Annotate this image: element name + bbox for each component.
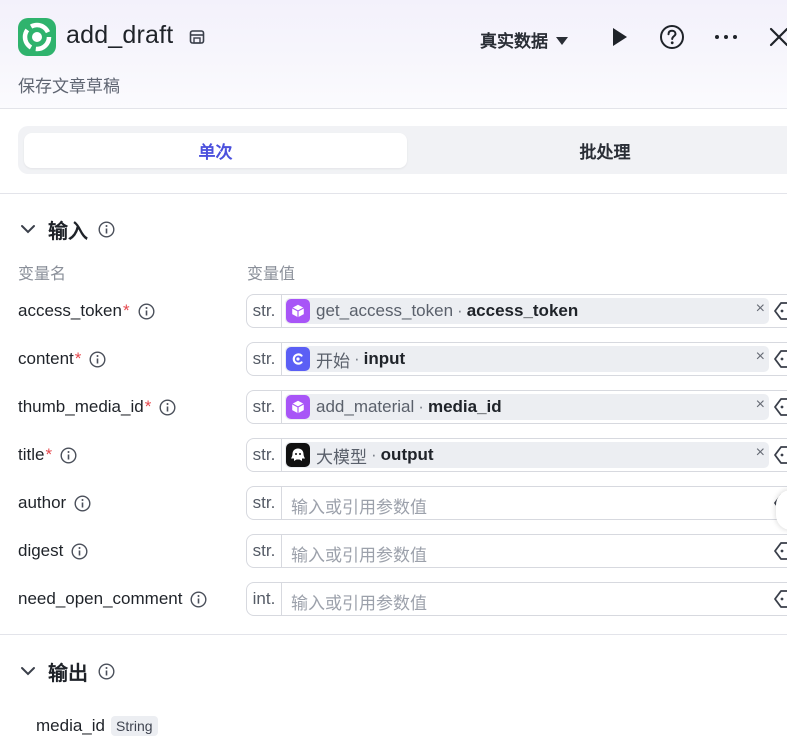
source-variable: media_id xyxy=(427,397,502,416)
column-header-name: 变量名 xyxy=(18,266,67,283)
info-icon[interactable] xyxy=(98,662,115,680)
clear-icon[interactable]: × xyxy=(756,300,765,318)
variable-reference-icon[interactable] xyxy=(773,300,787,322)
input-section-title: 输入 xyxy=(48,220,88,243)
required-mark: * xyxy=(122,301,130,320)
param-row-content: content * str. 开始 · input × xyxy=(0,342,787,378)
tab-single[interactable]: 单次 xyxy=(24,133,407,168)
source-variable: access_token xyxy=(466,301,579,320)
clear-icon[interactable]: × xyxy=(756,396,765,414)
param-name: need_open_comment xyxy=(18,589,183,608)
param-name: thumb_media_id xyxy=(18,397,144,416)
chevron-down-icon xyxy=(21,225,35,234)
type-label: str. xyxy=(247,487,282,519)
param-name: content xyxy=(18,349,74,368)
output-item: media_id String xyxy=(36,716,158,736)
source-node-name: 大模型 xyxy=(316,447,367,467)
param-row-access-token: access_token * str. get_access_token · acce… xyxy=(0,294,787,330)
variable-reference-chip[interactable]: 开始 · input × xyxy=(285,346,769,372)
variable-reference-chip[interactable]: 大模型 · output × xyxy=(285,442,769,468)
param-value-field[interactable]: str. 大模型 · output × xyxy=(246,438,787,472)
param-name: title xyxy=(18,445,45,464)
param-row-digest: digest str. 输入或引用参数值 xyxy=(0,534,787,570)
divider xyxy=(0,193,787,194)
input-section-toggle[interactable]: 输入 xyxy=(18,216,115,243)
source-variable: output xyxy=(380,445,434,464)
param-name: author xyxy=(18,493,67,512)
param-row-need-open-comment: need_open_comment int. 输入或引用参数值 xyxy=(0,582,787,618)
param-row-title: title * str. 大模型 · output × xyxy=(0,438,787,474)
type-label: str. xyxy=(247,439,282,471)
param-value-field[interactable]: str. 输入或引用参数值 xyxy=(246,534,787,568)
info-icon[interactable] xyxy=(138,302,155,320)
caret-down-icon xyxy=(556,36,568,45)
more-icon[interactable] xyxy=(713,24,739,50)
param-value-field[interactable]: str. get_access_token · access_token × xyxy=(246,294,787,328)
info-icon[interactable] xyxy=(71,542,88,560)
required-mark: * xyxy=(144,397,152,416)
variable-reference-icon[interactable] xyxy=(773,396,787,418)
info-icon[interactable] xyxy=(60,446,77,464)
clear-icon[interactable]: × xyxy=(756,348,765,366)
param-name: digest xyxy=(18,541,64,560)
info-icon[interactable] xyxy=(190,590,207,608)
variable-reference-icon[interactable] xyxy=(773,348,787,370)
variable-reference-icon[interactable] xyxy=(773,588,787,610)
variable-reference-icon[interactable] xyxy=(773,444,787,466)
llm-node-icon xyxy=(286,443,310,467)
help-icon[interactable] xyxy=(659,24,685,50)
chevron-down-icon xyxy=(21,667,35,676)
output-section-title: 输出 xyxy=(48,662,88,685)
required-mark: * xyxy=(74,349,82,368)
source-variable: input xyxy=(363,349,406,368)
param-input[interactable]: 输入或引用参数值 xyxy=(291,493,427,518)
data-mode-label: 真实数据 xyxy=(480,32,548,51)
node-description: 保存文章草稿 xyxy=(18,77,120,96)
variable-reference-icon[interactable] xyxy=(773,540,787,562)
type-label: str. xyxy=(247,391,282,423)
run-mode-tabs: 单次 批处理 xyxy=(18,126,787,174)
type-label: int. xyxy=(247,583,282,615)
param-input[interactable]: 输入或引用参数值 xyxy=(291,541,427,566)
node-title: add_draft xyxy=(66,21,174,49)
type-label: str. xyxy=(247,343,282,375)
param-row-thumb-media-id: thumb_media_id * str. add_material · media_… xyxy=(0,390,787,426)
column-header-value: 变量值 xyxy=(247,266,296,283)
play-icon[interactable] xyxy=(606,24,632,50)
info-icon[interactable] xyxy=(74,494,91,512)
output-section-toggle[interactable]: 输出 xyxy=(18,658,115,685)
source-node-name: get_access_token xyxy=(316,301,454,320)
variable-reference-chip[interactable]: add_material · media_id × xyxy=(285,394,769,420)
param-value-field[interactable]: int. 输入或引用参数值 xyxy=(246,582,787,616)
plugin-store-icon[interactable] xyxy=(188,28,206,46)
type-label: str. xyxy=(247,535,282,567)
clear-icon[interactable]: × xyxy=(756,444,765,462)
source-node-name: 开始 xyxy=(316,351,350,371)
param-value-field[interactable]: str. add_material · media_id × xyxy=(246,390,787,424)
divider xyxy=(0,634,787,635)
start-node-icon xyxy=(286,347,310,371)
info-icon[interactable] xyxy=(89,350,106,368)
plugin-cube-icon xyxy=(286,299,310,323)
param-value-field[interactable]: str. 输入或引用参数值 xyxy=(246,486,787,520)
node-header: add_draft 保存文章草稿 真实数据 xyxy=(0,0,787,109)
variable-reference-chip[interactable]: get_access_token · access_token × xyxy=(285,298,769,324)
param-value-field[interactable]: str. 开始 · input × xyxy=(246,342,787,376)
param-input[interactable]: 输入或引用参数值 xyxy=(291,589,427,614)
output-type-badge: String xyxy=(111,716,158,736)
type-label: str. xyxy=(247,295,282,327)
tab-batch[interactable]: 批处理 xyxy=(410,133,787,168)
plugin-cube-icon xyxy=(286,395,310,419)
output-name: media_id xyxy=(36,716,105,735)
info-icon[interactable] xyxy=(159,398,176,416)
param-row-author: author str. 输入或引用参数值 xyxy=(0,486,787,522)
required-mark: * xyxy=(45,445,53,464)
info-icon[interactable] xyxy=(98,220,115,238)
param-name: access_token xyxy=(18,301,122,320)
close-icon[interactable] xyxy=(766,24,787,50)
data-mode-select[interactable]: 真实数据 xyxy=(480,27,568,52)
plugin-logo-icon xyxy=(18,18,56,56)
source-node-name: add_material xyxy=(316,397,415,416)
floating-assistant-button[interactable] xyxy=(776,490,787,530)
